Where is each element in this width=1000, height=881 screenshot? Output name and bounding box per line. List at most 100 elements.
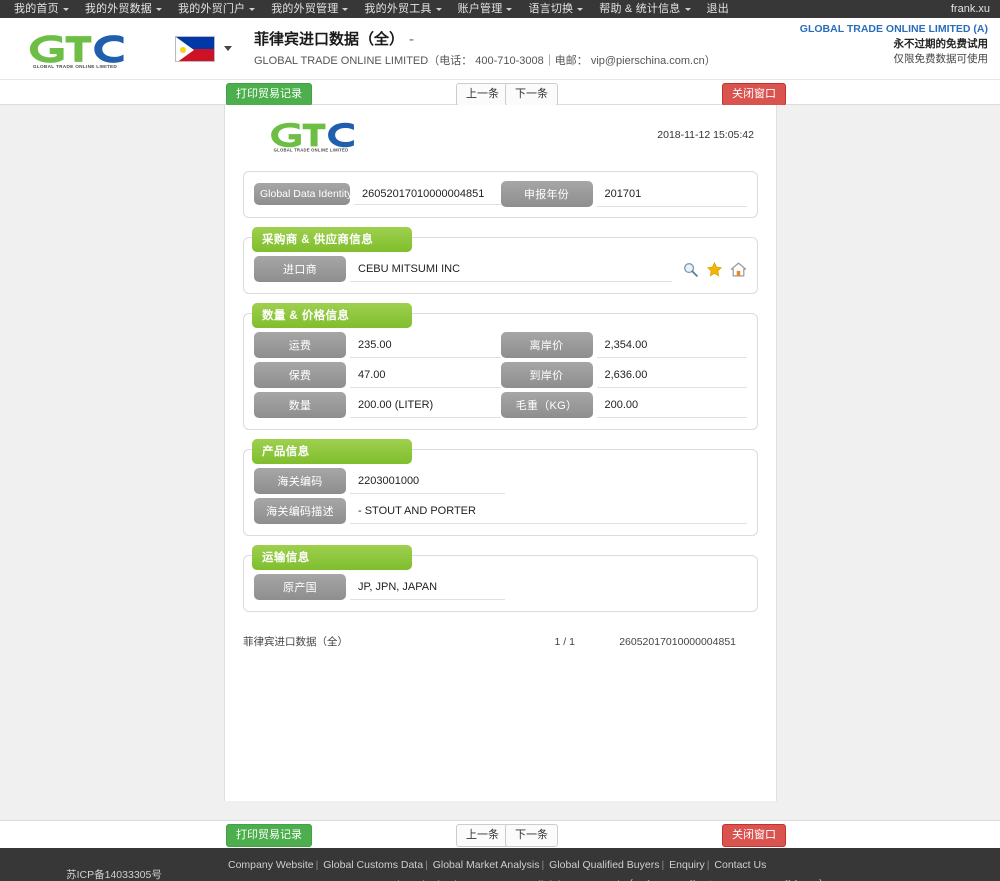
nav-item-label: 我的外贸数据 [84, 3, 153, 15]
field-cif-price: 到岸价 2,636.00 [500, 362, 747, 388]
link-separator: | [661, 858, 665, 871]
nav-item-trade-data[interactable]: 我的外贸数据 [77, 0, 170, 18]
section-product-info: 产品信息 海关编码 2203001000 海关编码描述 - STOUT AND … [243, 439, 758, 536]
field-value: JP, JPN, JAPAN [350, 574, 505, 600]
field-gross-weight: 毛重（KG） 200.00 [500, 392, 747, 418]
site-header: GLOBAL TRADE ONLINE LIMITED 菲律宾进口数据（全） - … [0, 18, 1000, 80]
icp-license-number: 苏ICP备14033305号 [66, 869, 162, 881]
previous-record-button[interactable]: 上一条 [456, 83, 509, 106]
country-selector[interactable] [175, 35, 232, 62]
page-subtitle: GLOBAL TRADE ONLINE LIMITED（电话： 400-710-… [254, 54, 716, 67]
chevron-down-icon [684, 7, 691, 11]
section-title: 产品信息 [252, 439, 412, 464]
nav-item-trade-management[interactable]: 我的外贸管理 [263, 0, 356, 18]
field-label: 申报年份 [500, 181, 593, 207]
next-record-button-bottom[interactable]: 下一条 [505, 824, 558, 847]
nav-item-home[interactable]: 我的首页 [6, 0, 77, 18]
page-title: 菲律宾进口数据（全） - [254, 30, 716, 49]
nav-item-label: 我的外贸管理 [271, 3, 339, 15]
nav-item-help-stats[interactable]: 帮助 & 统计信息 [591, 0, 698, 18]
chevron-down-icon [435, 7, 442, 11]
link-separator: | [315, 858, 319, 871]
footer-link-company-website[interactable]: Company Website [228, 859, 314, 871]
nav-item-trade-portal[interactable]: 我的外贸门户 [170, 0, 263, 18]
site-footer: 苏ICP备14033305号 Company Website | Global C… [0, 848, 1000, 881]
record-timestamp: 2018-11-12 15:05:42 [657, 129, 754, 141]
section-buyer-supplier: 采购商 & 供应商信息 进口商 CEBU MITSUMI INC [243, 227, 758, 294]
search-icon[interactable] [682, 261, 699, 278]
close-window-button-bottom[interactable]: 关闭窗口 [722, 824, 786, 847]
document-header: GLOBAL TRADE ONLINE LIMITED 2018-11-12 1… [225, 105, 776, 161]
field-freight: 运费 235.00 [254, 332, 501, 358]
nav-item-trade-tools[interactable]: 我的外贸工具 [356, 0, 449, 18]
document-footer: 菲律宾进口数据（全） 1 / 1 26052017010000004851 [243, 634, 758, 649]
nav-item-label: 语言切换 [528, 3, 574, 15]
svg-text:GLOBAL TRADE ONLINE LIMITED: GLOBAL TRADE ONLINE LIMITED [274, 148, 349, 153]
chevron-down-icon [224, 46, 232, 51]
price-row-1: 运费 235.00 离岸价 2,354.00 [254, 332, 747, 358]
field-value: 47.00 [350, 362, 501, 388]
top-toolbar: 打印贸易记录 上一条 下一条 关闭窗口 [0, 80, 1000, 106]
field-value: CEBU MITSUMI INC [350, 256, 672, 282]
nav-item-label: 账户管理 [457, 3, 503, 15]
field-value: 201701 [596, 181, 747, 207]
footer-link-contact-us[interactable]: Contact Us [714, 859, 766, 871]
print-trade-record-button[interactable]: 打印贸易记录 [226, 83, 312, 106]
document-footer-identity: 26052017010000004851 [619, 635, 736, 648]
next-record-button[interactable]: 下一条 [505, 83, 558, 106]
home-icon[interactable] [730, 261, 747, 278]
field-value: 26052017010000004851 [354, 183, 501, 205]
importer-actions [672, 261, 747, 278]
field-label: 原产国 [254, 574, 346, 600]
nav-item-account-management[interactable]: 账户管理 [450, 0, 521, 18]
field-insurance: 保费 47.00 [254, 362, 501, 388]
field-label: 保费 [254, 362, 346, 388]
nav-item-label: 我的外贸工具 [364, 3, 432, 15]
field-label: Global Data Identity [254, 183, 350, 205]
product-row-1: 海关编码 2203001000 [254, 468, 747, 494]
user-menu[interactable]: frank.xu [951, 0, 990, 18]
brand-logo[interactable]: GLOBAL TRADE ONLINE LIMITED [0, 29, 150, 69]
identity-row: Global Data Identity 2605201701000000485… [254, 181, 747, 207]
footer-links-row: Company Website | Global Customs Data | Gl… [228, 855, 829, 875]
account-data-limit: 仅限免费数据可使用 [893, 53, 989, 65]
field-global-data-identity: Global Data Identity 2605201701000000485… [254, 183, 501, 205]
field-value: 2203001000 [350, 468, 505, 494]
footer-link-global-qualified-buyers[interactable]: Global Qualified Buyers [549, 859, 659, 871]
gto-logo-icon: GLOBAL TRADE ONLINE LIMITED [271, 122, 354, 153]
document-page-indicator: 1 / 1 [554, 635, 575, 648]
close-window-button[interactable]: 关闭窗口 [722, 83, 786, 106]
nav-item-language-switch[interactable]: 语言切换 [520, 0, 591, 18]
footer-text-block: Company Website | Global Customs Data | Gl… [228, 855, 829, 881]
chevron-down-icon [577, 7, 584, 11]
footer-link-global-customs-data[interactable]: Global Customs Data [323, 859, 423, 871]
page-title-text: 菲律宾进口数据（全） [254, 30, 405, 48]
previous-record-button-bottom[interactable]: 上一条 [456, 824, 509, 847]
nav-item-label: 退出 [706, 3, 729, 15]
print-trade-record-button-bottom[interactable]: 打印贸易记录 [226, 824, 312, 847]
star-icon[interactable] [706, 261, 723, 278]
field-value: 235.00 [350, 332, 501, 358]
footer-link-enquiry[interactable]: Enquiry [669, 859, 705, 871]
chevron-down-icon [62, 7, 69, 11]
nav-item-logout[interactable]: 退出 [699, 0, 737, 18]
field-hs-description: 海关编码描述 - STOUT AND PORTER [254, 498, 747, 524]
field-value: 2,354.00 [596, 332, 747, 358]
account-name[interactable]: GLOBAL TRADE ONLINE LIMITED (A) [800, 22, 988, 37]
field-label: 进口商 [254, 256, 346, 282]
nav-item-label: 帮助 & 统计信息 [599, 3, 681, 15]
section-title: 采购商 & 供应商信息 [252, 227, 412, 252]
footer-link-global-market-analysis[interactable]: Global Market Analysis [433, 859, 540, 871]
product-row-2: 海关编码描述 - STOUT AND PORTER [254, 498, 747, 524]
bottom-toolbar: 打印贸易记录 上一条 下一条 关闭窗口 [0, 820, 1000, 848]
price-row-2: 保费 47.00 到岸价 2,636.00 [254, 362, 747, 388]
trade-record-document: GLOBAL TRADE ONLINE LIMITED 2018-11-12 1… [224, 105, 777, 801]
field-label: 海关编码描述 [254, 498, 346, 524]
identity-panel: Global Data Identity 2605201701000000485… [243, 171, 758, 218]
field-country-of-origin: 原产国 JP, JPN, JAPAN [254, 574, 747, 600]
page-title-block: 菲律宾进口数据（全） - GLOBAL TRADE ONLINE LIMITED（… [254, 30, 716, 68]
svg-text:GLOBAL TRADE ONLINE LIMITED: GLOBAL TRADE ONLINE LIMITED [33, 63, 118, 68]
chevron-down-icon [156, 7, 163, 11]
price-row-3: 数量 200.00 (LITER) 毛重（KG） 200.00 [254, 392, 747, 418]
page-body: GLOBAL TRADE ONLINE LIMITED 2018-11-12 1… [0, 105, 1000, 820]
